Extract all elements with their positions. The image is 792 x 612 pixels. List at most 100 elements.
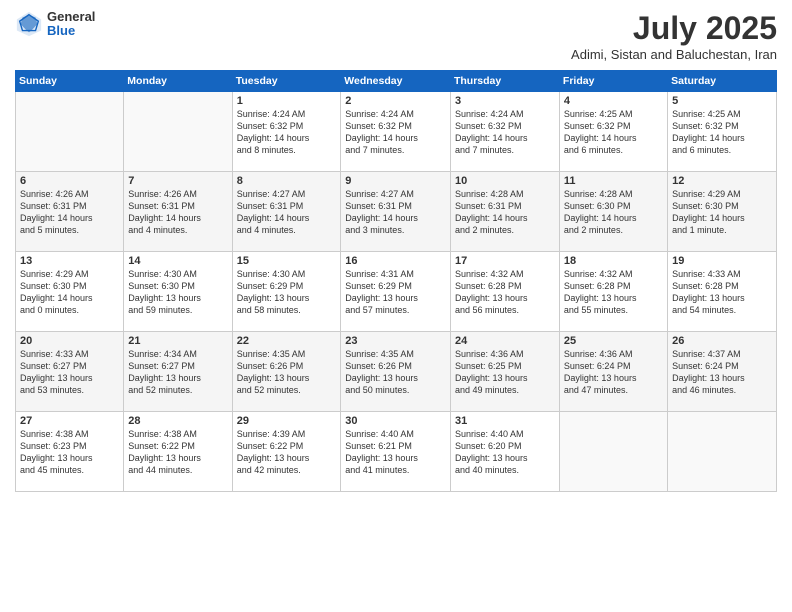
day-number: 20 xyxy=(20,335,119,347)
calendar-cell: 22Sunrise: 4:35 AM Sunset: 6:26 PM Dayli… xyxy=(232,332,341,412)
day-info: Sunrise: 4:35 AM Sunset: 6:26 PM Dayligh… xyxy=(237,348,337,397)
calendar-cell: 13Sunrise: 4:29 AM Sunset: 6:30 PM Dayli… xyxy=(16,252,124,332)
day-number: 28 xyxy=(128,415,227,427)
day-info: Sunrise: 4:25 AM Sunset: 6:32 PM Dayligh… xyxy=(672,108,772,157)
subtitle: Adimi, Sistan and Baluchestan, Iran xyxy=(571,47,777,62)
calendar-cell: 25Sunrise: 4:36 AM Sunset: 6:24 PM Dayli… xyxy=(559,332,667,412)
calendar-cell: 11Sunrise: 4:28 AM Sunset: 6:30 PM Dayli… xyxy=(559,172,667,252)
day-number: 5 xyxy=(672,95,772,107)
day-number: 17 xyxy=(455,255,555,267)
calendar-cell: 3Sunrise: 4:24 AM Sunset: 6:32 PM Daylig… xyxy=(450,92,559,172)
calendar-header-saturday: Saturday xyxy=(668,71,777,92)
day-info: Sunrise: 4:32 AM Sunset: 6:28 PM Dayligh… xyxy=(564,268,663,317)
day-info: Sunrise: 4:26 AM Sunset: 6:31 PM Dayligh… xyxy=(128,188,227,237)
day-number: 23 xyxy=(345,335,446,347)
day-number: 25 xyxy=(564,335,663,347)
day-number: 9 xyxy=(345,175,446,187)
day-info: Sunrise: 4:29 AM Sunset: 6:30 PM Dayligh… xyxy=(20,268,119,317)
calendar-cell: 30Sunrise: 4:40 AM Sunset: 6:21 PM Dayli… xyxy=(341,412,451,492)
day-info: Sunrise: 4:24 AM Sunset: 6:32 PM Dayligh… xyxy=(455,108,555,157)
day-info: Sunrise: 4:40 AM Sunset: 6:20 PM Dayligh… xyxy=(455,428,555,477)
calendar-cell: 14Sunrise: 4:30 AM Sunset: 6:30 PM Dayli… xyxy=(124,252,232,332)
day-number: 1 xyxy=(237,95,337,107)
day-info: Sunrise: 4:39 AM Sunset: 6:22 PM Dayligh… xyxy=(237,428,337,477)
day-info: Sunrise: 4:31 AM Sunset: 6:29 PM Dayligh… xyxy=(345,268,446,317)
calendar-table: SundayMondayTuesdayWednesdayThursdayFrid… xyxy=(15,70,777,492)
calendar-cell: 21Sunrise: 4:34 AM Sunset: 6:27 PM Dayli… xyxy=(124,332,232,412)
calendar-week-2: 6Sunrise: 4:26 AM Sunset: 6:31 PM Daylig… xyxy=(16,172,777,252)
day-info: Sunrise: 4:36 AM Sunset: 6:25 PM Dayligh… xyxy=(455,348,555,397)
calendar-header-monday: Monday xyxy=(124,71,232,92)
day-info: Sunrise: 4:38 AM Sunset: 6:22 PM Dayligh… xyxy=(128,428,227,477)
day-info: Sunrise: 4:25 AM Sunset: 6:32 PM Dayligh… xyxy=(564,108,663,157)
day-number: 27 xyxy=(20,415,119,427)
day-number: 13 xyxy=(20,255,119,267)
header: General Blue July 2025 Adimi, Sistan and… xyxy=(15,10,777,62)
calendar-cell: 12Sunrise: 4:29 AM Sunset: 6:30 PM Dayli… xyxy=(668,172,777,252)
day-info: Sunrise: 4:29 AM Sunset: 6:30 PM Dayligh… xyxy=(672,188,772,237)
page: General Blue July 2025 Adimi, Sistan and… xyxy=(0,0,792,612)
calendar-header-sunday: Sunday xyxy=(16,71,124,92)
logo: General Blue xyxy=(15,10,95,39)
day-info: Sunrise: 4:27 AM Sunset: 6:31 PM Dayligh… xyxy=(345,188,446,237)
calendar-cell: 20Sunrise: 4:33 AM Sunset: 6:27 PM Dayli… xyxy=(16,332,124,412)
day-number: 14 xyxy=(128,255,227,267)
day-info: Sunrise: 4:28 AM Sunset: 6:30 PM Dayligh… xyxy=(564,188,663,237)
calendar-header-friday: Friday xyxy=(559,71,667,92)
day-number: 24 xyxy=(455,335,555,347)
day-info: Sunrise: 4:30 AM Sunset: 6:30 PM Dayligh… xyxy=(128,268,227,317)
calendar-cell xyxy=(124,92,232,172)
day-info: Sunrise: 4:24 AM Sunset: 6:32 PM Dayligh… xyxy=(345,108,446,157)
main-title: July 2025 xyxy=(571,10,777,47)
calendar-cell: 17Sunrise: 4:32 AM Sunset: 6:28 PM Dayli… xyxy=(450,252,559,332)
day-info: Sunrise: 4:24 AM Sunset: 6:32 PM Dayligh… xyxy=(237,108,337,157)
day-number: 2 xyxy=(345,95,446,107)
calendar-week-5: 27Sunrise: 4:38 AM Sunset: 6:23 PM Dayli… xyxy=(16,412,777,492)
day-number: 11 xyxy=(564,175,663,187)
calendar-cell: 2Sunrise: 4:24 AM Sunset: 6:32 PM Daylig… xyxy=(341,92,451,172)
calendar-cell: 10Sunrise: 4:28 AM Sunset: 6:31 PM Dayli… xyxy=(450,172,559,252)
calendar-cell: 27Sunrise: 4:38 AM Sunset: 6:23 PM Dayli… xyxy=(16,412,124,492)
calendar-cell: 29Sunrise: 4:39 AM Sunset: 6:22 PM Dayli… xyxy=(232,412,341,492)
calendar-cell: 6Sunrise: 4:26 AM Sunset: 6:31 PM Daylig… xyxy=(16,172,124,252)
calendar-cell xyxy=(668,412,777,492)
day-info: Sunrise: 4:30 AM Sunset: 6:29 PM Dayligh… xyxy=(237,268,337,317)
day-info: Sunrise: 4:35 AM Sunset: 6:26 PM Dayligh… xyxy=(345,348,446,397)
calendar-cell: 16Sunrise: 4:31 AM Sunset: 6:29 PM Dayli… xyxy=(341,252,451,332)
calendar-cell: 7Sunrise: 4:26 AM Sunset: 6:31 PM Daylig… xyxy=(124,172,232,252)
title-block: July 2025 Adimi, Sistan and Baluchestan,… xyxy=(571,10,777,62)
logo-icon xyxy=(15,10,43,38)
calendar-cell xyxy=(559,412,667,492)
calendar-cell: 1Sunrise: 4:24 AM Sunset: 6:32 PM Daylig… xyxy=(232,92,341,172)
day-info: Sunrise: 4:33 AM Sunset: 6:27 PM Dayligh… xyxy=(20,348,119,397)
day-number: 21 xyxy=(128,335,227,347)
day-number: 29 xyxy=(237,415,337,427)
day-number: 4 xyxy=(564,95,663,107)
day-info: Sunrise: 4:40 AM Sunset: 6:21 PM Dayligh… xyxy=(345,428,446,477)
calendar-cell: 15Sunrise: 4:30 AM Sunset: 6:29 PM Dayli… xyxy=(232,252,341,332)
calendar-cell: 31Sunrise: 4:40 AM Sunset: 6:20 PM Dayli… xyxy=(450,412,559,492)
calendar-cell: 8Sunrise: 4:27 AM Sunset: 6:31 PM Daylig… xyxy=(232,172,341,252)
calendar-cell: 26Sunrise: 4:37 AM Sunset: 6:24 PM Dayli… xyxy=(668,332,777,412)
day-info: Sunrise: 4:34 AM Sunset: 6:27 PM Dayligh… xyxy=(128,348,227,397)
logo-text: General Blue xyxy=(47,10,95,39)
day-number: 12 xyxy=(672,175,772,187)
day-number: 6 xyxy=(20,175,119,187)
day-number: 26 xyxy=(672,335,772,347)
calendar-header-tuesday: Tuesday xyxy=(232,71,341,92)
calendar-header-wednesday: Wednesday xyxy=(341,71,451,92)
calendar-cell xyxy=(16,92,124,172)
day-number: 3 xyxy=(455,95,555,107)
day-number: 7 xyxy=(128,175,227,187)
day-number: 8 xyxy=(237,175,337,187)
calendar-cell: 28Sunrise: 4:38 AM Sunset: 6:22 PM Dayli… xyxy=(124,412,232,492)
day-number: 30 xyxy=(345,415,446,427)
day-number: 15 xyxy=(237,255,337,267)
day-info: Sunrise: 4:28 AM Sunset: 6:31 PM Dayligh… xyxy=(455,188,555,237)
day-info: Sunrise: 4:37 AM Sunset: 6:24 PM Dayligh… xyxy=(672,348,772,397)
logo-blue: Blue xyxy=(47,24,95,38)
day-info: Sunrise: 4:26 AM Sunset: 6:31 PM Dayligh… xyxy=(20,188,119,237)
day-number: 18 xyxy=(564,255,663,267)
day-info: Sunrise: 4:32 AM Sunset: 6:28 PM Dayligh… xyxy=(455,268,555,317)
day-info: Sunrise: 4:33 AM Sunset: 6:28 PM Dayligh… xyxy=(672,268,772,317)
